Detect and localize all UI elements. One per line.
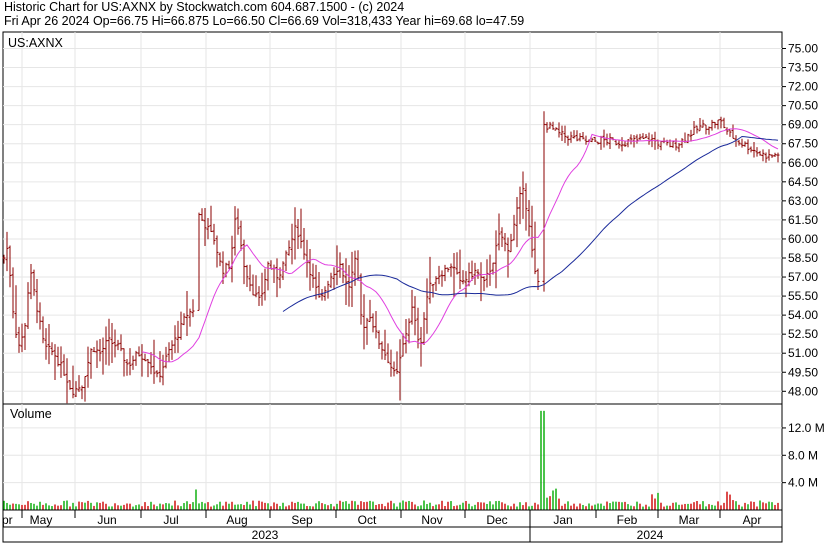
time-axis [2, 509, 783, 543]
volume-tick-label: 12.0 M [788, 421, 825, 435]
volume-title: Volume [10, 407, 52, 421]
volume-axis: 12.0 M 8.0 M 4.0 M [782, 421, 825, 490]
month-label: Mar [679, 513, 700, 527]
price-tick-label: 63.00 [788, 194, 818, 208]
volume-bars [3, 410, 779, 510]
month-label: Apr [743, 513, 762, 527]
month-labels: pr May Jun Jul Aug Sep Oct Nov Dec Jan Feb Mar Apr [2, 510, 761, 527]
month-label: Feb [617, 513, 638, 527]
volume-tick-label: 8.0 M [788, 448, 818, 462]
price-tick-label: 54.00 [788, 308, 818, 322]
price-axis: 75.00 73.50 72.00 70.50 69.00 67.50 66.00 64.50… [782, 42, 818, 398]
year-labels: 2023 2024 [252, 510, 664, 542]
month-label: Nov [421, 513, 442, 527]
moving-average-short [141, 128, 779, 363]
month-label: Dec [486, 513, 507, 527]
volume-panel [2, 403, 783, 511]
price-tick-label: 60.00 [788, 232, 818, 246]
month-label: Aug [226, 513, 247, 527]
symbol-label: US:AXNX [8, 36, 64, 50]
stock-chart: US:AXNX 75.00 73.50 72.00 70.50 69.00 67.50 66… [2, 31, 825, 543]
volume-tick-label: 4.0 M [788, 476, 818, 490]
month-label: Jan [553, 513, 572, 527]
price-tick-label: 70.50 [788, 99, 818, 113]
price-tick-label: 61.50 [788, 213, 818, 227]
month-label: Sep [291, 513, 313, 527]
price-tick-label: 55.50 [788, 289, 818, 303]
price-tick-label: 66.00 [788, 156, 818, 170]
price-tick-label: 58.50 [788, 251, 818, 265]
year-label: 2024 [637, 528, 664, 542]
month-label: pr [2, 513, 13, 527]
price-tick-label: 64.50 [788, 175, 818, 189]
price-tick-label: 75.00 [788, 42, 818, 56]
month-label: Oct [358, 513, 377, 527]
price-tick-label: 67.50 [788, 137, 818, 151]
price-tick-label: 48.00 [788, 384, 818, 398]
price-tick-label: 52.50 [788, 327, 818, 341]
price-tick-label: 49.50 [788, 365, 818, 379]
price-tick-label: 51.00 [788, 346, 818, 360]
month-label: Jun [97, 513, 116, 527]
price-tick-label: 57.00 [788, 270, 818, 284]
month-label: Jul [163, 513, 178, 527]
price-grid [3, 32, 782, 404]
price-bars [2, 111, 780, 404]
price-tick-label: 72.00 [788, 80, 818, 94]
price-tick-label: 69.00 [788, 118, 818, 132]
month-label: May [30, 513, 53, 527]
year-label: 2023 [252, 528, 279, 542]
price-tick-label: 73.50 [788, 61, 818, 75]
volume-grid [3, 404, 782, 510]
price-panel [2, 31, 783, 405]
